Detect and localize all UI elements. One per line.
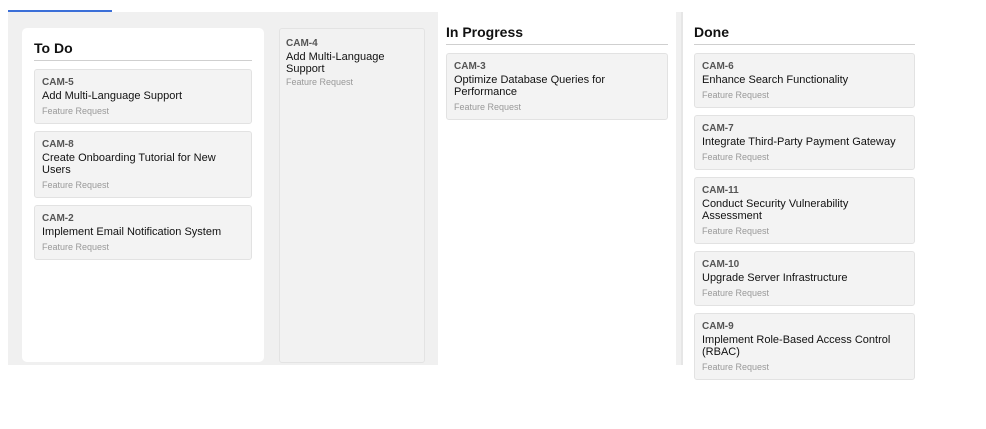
card-cam-3[interactable]: CAM-3 Optimize Database Queries for Perf…: [446, 53, 668, 120]
card-type: Feature Request: [702, 362, 770, 372]
card-type: Feature Request: [42, 106, 110, 116]
card-cam-8[interactable]: CAM-8 Create Onboarding Tutorial for New…: [34, 131, 252, 198]
card-type: Feature Request: [42, 242, 110, 252]
card-id: CAM-11: [702, 185, 739, 196]
card-id: CAM-9: [702, 321, 734, 332]
card-cam-11[interactable]: CAM-11 Conduct Security Vulnerability As…: [694, 177, 915, 244]
card-title: Upgrade Server Infrastructure: [702, 272, 848, 284]
card-cam-4-dragging[interactable]: CAM-4 Add Multi-Language Support Feature…: [286, 32, 418, 94]
card-cam-5[interactable]: CAM-5 Add Multi-Language Support Feature…: [34, 69, 252, 124]
card-cam-10[interactable]: CAM-10 Upgrade Server Infrastructure Fea…: [694, 251, 915, 306]
card-id: CAM-10: [702, 259, 740, 270]
column-done: Done CAM-6 Enhance Search Functionality …: [681, 12, 926, 380]
card-cam-9[interactable]: CAM-9 Implement Role-Based Access Contro…: [694, 313, 915, 380]
card-cam-2[interactable]: CAM-2 Implement Email Notification Syste…: [34, 205, 252, 260]
card-cam-7[interactable]: CAM-7 Integrate Third-Party Payment Gate…: [694, 115, 915, 170]
card-id: CAM-4: [286, 38, 318, 49]
card-title: Add Multi-Language Support: [286, 51, 385, 75]
card-title: Implement Email Notification System: [42, 226, 222, 238]
card-title: Create Onboarding Tutorial for New Users: [42, 152, 216, 176]
card-type: Feature Request: [702, 226, 770, 236]
card-id: CAM-3: [454, 61, 486, 72]
column-title: To Do: [34, 40, 252, 61]
card-type: Feature Request: [286, 77, 354, 87]
dragging-card-placeholder[interactable]: CAM-4 Add Multi-Language Support Feature…: [279, 28, 425, 363]
card-title: Optimize Database Queries for Performanc…: [454, 74, 606, 98]
card-title: Conduct Security Vulnerability Assessmen…: [702, 198, 849, 222]
column-in-progress: In Progress CAM-3 Optimize Database Quer…: [438, 12, 676, 365]
card-type: Feature Request: [42, 180, 110, 190]
card-type: Feature Request: [702, 152, 770, 162]
card-title: Add Multi-Language Support: [42, 90, 183, 102]
card-title: Implement Role-Based Access Control (RBA…: [702, 334, 891, 358]
card-type: Feature Request: [702, 90, 770, 100]
card-cam-6[interactable]: CAM-6 Enhance Search Functionality Featu…: [694, 53, 915, 108]
column-title: Done: [694, 24, 915, 45]
card-id: CAM-2: [42, 213, 74, 224]
column-title: In Progress: [446, 24, 668, 45]
column-todo: To Do CAM-5 Add Multi-Language Support F…: [22, 28, 264, 362]
card-type: Feature Request: [702, 288, 770, 298]
card-id: CAM-8: [42, 139, 74, 150]
card-id: CAM-5: [42, 77, 74, 88]
card-title: Enhance Search Functionality: [702, 74, 849, 86]
kanban-board: To Do CAM-5 Add Multi-Language Support F…: [8, 12, 926, 380]
card-type: Feature Request: [454, 102, 522, 112]
card-title: Integrate Third-Party Payment Gateway: [702, 136, 896, 148]
card-id: CAM-6: [702, 61, 734, 72]
card-id: CAM-7: [702, 123, 734, 134]
